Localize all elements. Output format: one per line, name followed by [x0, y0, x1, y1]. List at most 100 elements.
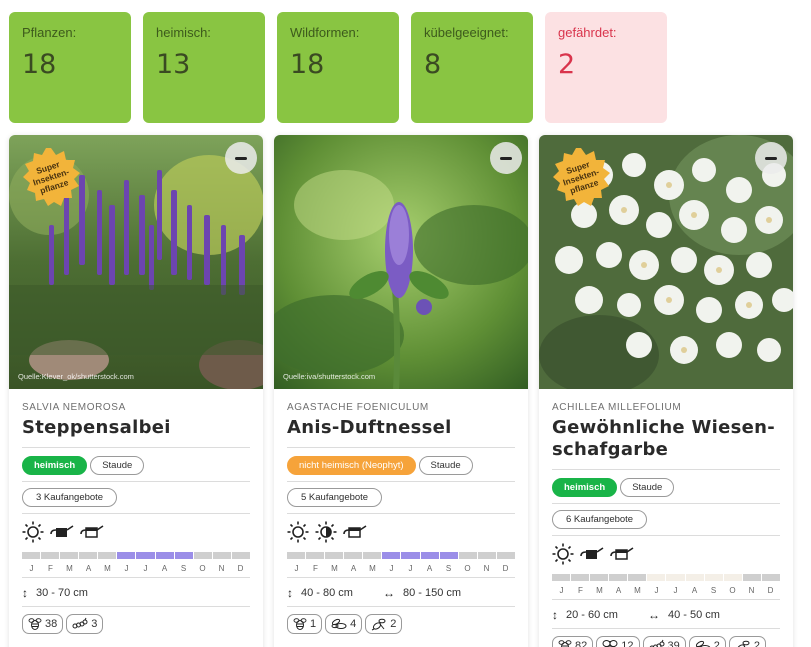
minus-icon — [235, 156, 247, 160]
month-letters: JFMAMJJASOND — [559, 586, 774, 595]
divider — [22, 606, 250, 607]
height-value: 30 - 70 cm — [36, 587, 88, 599]
wasp-chip[interactable]: 2 — [728, 636, 766, 647]
plant-photo[interactable]: Super Insekten-pflanze Quelle:Klever_ok/… — [9, 135, 263, 389]
width-value: 80 - 150 cm — [402, 587, 462, 599]
bee-icon — [558, 640, 572, 647]
plant-photo[interactable]: Super Insekten-pflanze — [539, 135, 793, 389]
width-arrow-icon: ↔ — [382, 586, 395, 600]
stat-value: 2 — [558, 49, 576, 80]
remove-button[interactable] — [755, 142, 787, 174]
insect-chips: 38 3 — [22, 614, 250, 634]
divider — [22, 481, 250, 482]
hoverfly-chip[interactable]: 4 — [325, 614, 363, 634]
type-tag: Staude — [90, 456, 145, 475]
plant-name[interactable]: Steppensalbei — [22, 417, 250, 439]
watering-can-icon — [580, 547, 604, 559]
location-icons — [22, 521, 250, 543]
remove-button[interactable] — [225, 142, 257, 174]
plant-name[interactable]: Gewöhnliche Wiesen-schafgarbe — [552, 417, 780, 461]
type-tag: Staude — [418, 456, 473, 475]
month-letters: JFMAMJJASOND — [29, 564, 244, 573]
half-shade-icon — [315, 521, 337, 543]
plant-name[interactable]: Anis-Duftnessel — [287, 417, 515, 439]
month-letters: JFMAMJJASOND — [294, 564, 509, 573]
wasp-icon — [736, 640, 750, 647]
type-tag: Staude — [620, 478, 675, 497]
caterpillar-icon — [649, 639, 664, 647]
divider — [287, 577, 515, 578]
latin-name: ACHILLEA MILLEFOLIUM — [552, 402, 682, 413]
height-arrow-icon: ↕ — [22, 586, 28, 600]
stats-row: Pflanzen: 18 heimisch: 13 Wildformen: 18… — [9, 12, 667, 123]
stat-label: gefährdet: — [558, 25, 617, 40]
caterpillar-icon — [72, 617, 88, 629]
divider — [287, 481, 515, 482]
plant-photo[interactable]: Quelle:iva/shutterstock.com — [274, 135, 528, 389]
sun-icon — [552, 543, 574, 565]
remove-button[interactable] — [490, 142, 522, 174]
divider — [287, 606, 515, 607]
bee-icon — [28, 618, 42, 630]
height-arrow-icon: ↕ — [287, 586, 293, 600]
dimensions: ↕ 20 - 60 cm ↔ 40 - 50 cm — [552, 606, 780, 624]
insect-chips: 1 4 2 — [287, 614, 515, 634]
hoverfly-chip[interactable]: 2 — [688, 636, 726, 647]
stat-value: 8 — [424, 49, 442, 80]
bloom-calendar — [287, 552, 515, 559]
height-arrow-icon: ↕ — [552, 608, 558, 622]
watering-can-light-icon — [343, 525, 367, 538]
status-tag: heimisch — [552, 478, 618, 497]
stat-endangered: gefährdet: 2 — [545, 12, 667, 123]
divider — [287, 447, 515, 448]
hoverfly-icon — [331, 618, 347, 629]
stat-label: kübelgeeignet: — [424, 25, 509, 40]
divider — [22, 577, 250, 578]
wasp-chip[interactable]: 2 — [365, 614, 403, 634]
divider — [552, 503, 780, 504]
height-value: 40 - 80 cm — [301, 587, 353, 599]
sun-icon — [22, 521, 44, 543]
watering-can-light-icon — [80, 525, 104, 538]
watering-can-icon — [50, 525, 74, 537]
offers-button[interactable]: 3 Kaufangebote — [22, 488, 118, 507]
width-value: 40 - 50 cm — [667, 609, 720, 621]
butterfly-chip[interactable]: 12 — [596, 636, 640, 647]
divider — [287, 513, 515, 514]
bee-chip[interactable]: 1 — [287, 614, 323, 634]
insect-chips: 82 12 39 2 2 — [552, 636, 780, 647]
sun-icon — [287, 521, 309, 543]
stat-label: heimisch: — [156, 25, 211, 40]
latin-name: SALVIA NEMOROSA — [22, 402, 126, 413]
plant-card[interactable]: Quelle:iva/shutterstock.com AGASTACHE FO… — [274, 135, 528, 647]
bee-chip[interactable]: 82 — [552, 636, 594, 647]
stat-native: heimisch: 13 — [143, 12, 265, 123]
caterpillar-chip[interactable]: 3 — [66, 614, 104, 634]
stat-plants: Pflanzen: 18 — [9, 12, 131, 123]
location-icons — [552, 543, 780, 565]
divider — [552, 628, 780, 629]
bee-chip[interactable]: 38 — [22, 614, 64, 634]
butterfly-icon — [602, 640, 618, 647]
offers-button[interactable]: 6 Kaufangebote — [552, 510, 648, 529]
hoverfly-icon — [695, 640, 710, 647]
stat-container: kübelgeeignet: 8 — [411, 12, 533, 123]
stat-value: 18 — [22, 49, 57, 80]
photo-credit: Quelle:Klever_ok/shutterstock.com — [18, 372, 134, 381]
minus-icon — [500, 156, 512, 160]
super-insect-badge: Super Insekten-pflanze — [551, 147, 611, 207]
status-tag: nicht heimisch (Neophyt) — [287, 456, 416, 475]
width-arrow-icon: ↔ — [647, 608, 660, 622]
bloom-calendar — [22, 552, 250, 559]
watering-can-light-icon — [610, 547, 634, 560]
divider — [552, 469, 780, 470]
agastache-image — [274, 135, 528, 389]
caterpillar-chip[interactable]: 39 — [642, 636, 686, 647]
super-insect-badge: Super Insekten-pflanze — [21, 147, 81, 207]
stat-value: 13 — [156, 49, 191, 80]
stat-value: 18 — [290, 49, 325, 80]
plant-card[interactable]: Super Insekten-pflanze Quelle:Klever_ok/… — [9, 135, 263, 647]
plant-card[interactable]: Super Insekten-pflanze ACHILLEA MILLEFOL… — [539, 135, 793, 647]
photo-credit: Quelle:iva/shutterstock.com — [283, 372, 376, 381]
offers-button[interactable]: 5 Kaufangebote — [287, 488, 383, 507]
